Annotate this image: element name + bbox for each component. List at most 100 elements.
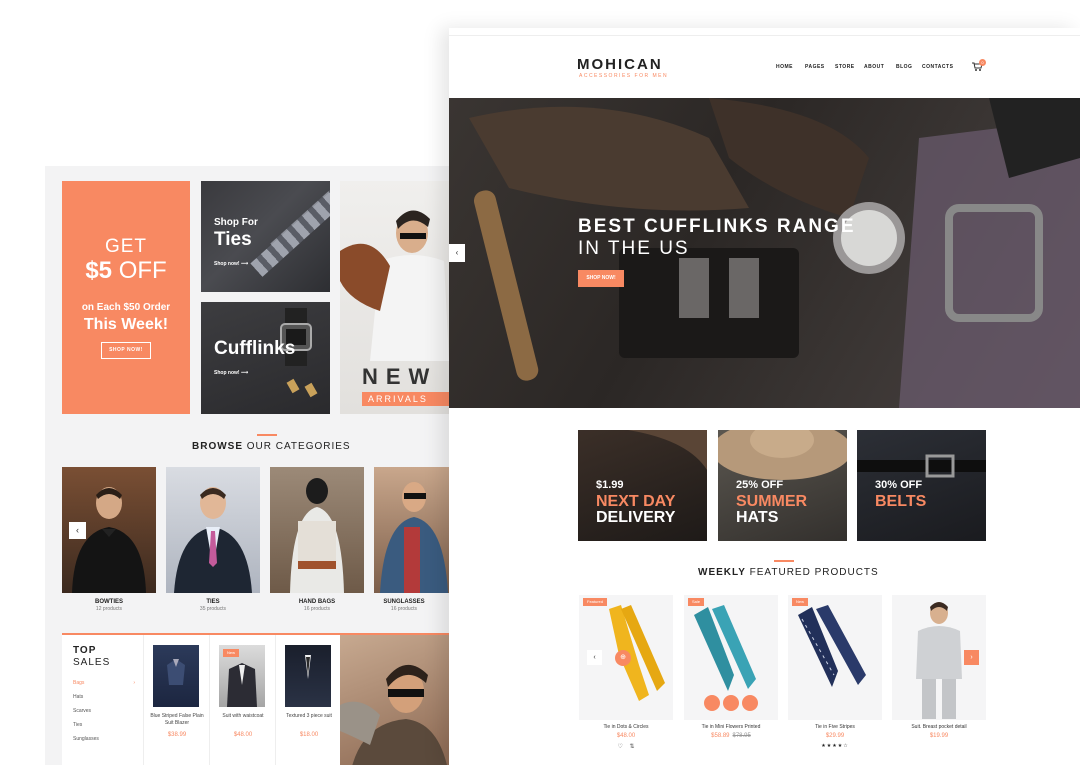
- product-name[interactable]: Blue Striped False Plain Suit Blazer: [146, 713, 208, 727]
- category-name[interactable]: TIES: [166, 599, 260, 605]
- category-count: 16 products: [390, 606, 418, 612]
- new-arrivals-label: ARRIVALS: [362, 392, 449, 406]
- tile-ties-title: Ties: [214, 229, 252, 250]
- nav-store[interactable]: STORE: [835, 64, 855, 70]
- top-sales-menu-item[interactable]: Hats: [73, 694, 139, 700]
- banner-line-2: BELTS: [875, 493, 927, 510]
- category-name[interactable]: BOWTIES: [62, 599, 156, 605]
- top-sales-subtitle: SALES: [73, 657, 111, 668]
- category-photo: [380, 482, 448, 593]
- top-sales-product[interactable]: Blue Striped False Plain Suit Blazer $38…: [144, 635, 210, 765]
- tile-ties-link[interactable]: Shop now! ⟶: [214, 261, 248, 267]
- product-price: $48.00: [616, 733, 636, 739]
- category-photo: [174, 487, 252, 593]
- tile-cufflinks-title: Cufflinks: [214, 338, 296, 359]
- banner-summer-hats[interactable]: 25% OFF SUMMER HATS: [718, 430, 847, 541]
- product-rating: ★★★★☆: [821, 743, 849, 749]
- promo-shop-button[interactable]: SHOP NOW!: [101, 342, 151, 359]
- chevron-right-icon: ›: [970, 654, 973, 661]
- product-image[interactable]: New: [219, 645, 265, 707]
- category-card-ties[interactable]: [166, 467, 260, 593]
- model-photo: [340, 664, 447, 765]
- top-sales-section: TOP SALES Bags › Hats Scarves Ties Sungl…: [62, 633, 449, 765]
- nav-home[interactable]: HOME: [776, 64, 793, 70]
- product-price: $19.99: [929, 733, 949, 739]
- top-sales-menu-item[interactable]: Sunglasses: [73, 736, 139, 742]
- tile-new-arrivals[interactable]: NEW ARRIVALS: [340, 181, 449, 414]
- category-card-handbags[interactable]: [270, 467, 364, 593]
- banner-belts[interactable]: 30% OFF BELTS: [857, 430, 986, 541]
- nav-contacts[interactable]: CONTACTS: [922, 64, 953, 70]
- promo-amount: $5 OFF: [85, 257, 167, 284]
- product-card[interactable]: New: [788, 595, 882, 720]
- product-name[interactable]: Tie in Five Stripes: [788, 724, 882, 730]
- product-price: $58.89: [711, 733, 730, 739]
- categories-prev-button[interactable]: ‹: [69, 522, 86, 539]
- promo-condition: on Each $50 Order: [81, 302, 171, 313]
- category-name[interactable]: HAND BAGS: [270, 599, 364, 605]
- product-card[interactable]: Featured ⊕ ‹: [579, 595, 673, 720]
- blazer-icon: [167, 659, 185, 685]
- product-actions: ♡ ⇅: [579, 743, 673, 750]
- chevron-left-icon: ‹: [593, 654, 596, 661]
- top-sales-title: TOP: [73, 645, 97, 656]
- top-sales-product[interactable]: New Suit with waistcoat $48.00: [210, 635, 276, 765]
- banner-line-3: HATS: [736, 509, 779, 526]
- top-sales-product[interactable]: Textured 3 piece suit $18.00: [276, 635, 342, 765]
- product-card[interactable]: Sale: [684, 595, 778, 720]
- product-badge: Featured: [583, 598, 608, 606]
- product-name[interactable]: Tie in Mini Flowers Printed: [684, 724, 778, 730]
- site-tagline: ACCESSORIES FOR MEN: [579, 73, 669, 79]
- products-next-button[interactable]: ›: [964, 650, 979, 665]
- category-count: 12 products: [95, 606, 123, 612]
- showcase-canvas: GET $5 OFF on Each $50 Order This Week! …: [0, 0, 1080, 765]
- category-name[interactable]: SUNGLASSES: [374, 599, 434, 605]
- promo-banner[interactable]: GET $5 OFF on Each $50 Order This Week! …: [62, 181, 190, 414]
- nav-blog[interactable]: BLOG: [896, 64, 912, 70]
- promo-get: GET: [104, 236, 148, 257]
- top-sales-menu-item[interactable]: Bags ›: [73, 680, 139, 686]
- product-name[interactable]: Suit. Breast pocket detail: [892, 724, 986, 730]
- product-badge: New: [792, 598, 809, 606]
- site-logo[interactable]: MOHICAN: [577, 56, 663, 73]
- hero-subheadline: IN THE US: [578, 238, 690, 259]
- product-name[interactable]: Suit with waistcoat: [212, 713, 274, 720]
- product-badge: New: [223, 649, 240, 657]
- products-prev-button[interactable]: ‹: [587, 650, 602, 665]
- navy-tie-image: [798, 605, 866, 687]
- tile-shop-ties[interactable]: Shop For Ties Shop now! ⟶: [201, 181, 330, 292]
- hero-slider[interactable]: BEST CUFFLINKS RANGE IN THE US SHOP NOW!…: [449, 98, 1080, 408]
- nav-pages[interactable]: PAGES: [805, 64, 825, 70]
- hero-headline: BEST CUFFLINKS RANGE: [578, 216, 856, 237]
- add-to-cart-button[interactable]: ⊕: [615, 650, 631, 666]
- product-image[interactable]: [153, 645, 199, 707]
- category-card-sunglasses[interactable]: [374, 467, 449, 593]
- banner-line-3: DELIVERY: [596, 509, 676, 526]
- tile-ties-kicker: Shop For: [214, 217, 258, 228]
- product-price: $29.99: [825, 733, 845, 739]
- heart-icon[interactable]: ♡: [617, 744, 622, 750]
- tile-shop-cufflinks[interactable]: Cufflinks Shop now! ⟶: [201, 302, 330, 414]
- top-sales-menu-item[interactable]: Ties: [73, 722, 139, 728]
- product-card[interactable]: ›: [892, 595, 986, 720]
- browse-categories-heading: BROWSE OUR CATEGORIES: [192, 441, 351, 452]
- cart-count-badge: 0: [979, 59, 986, 66]
- top-sales-menu-item[interactable]: Scarves: [73, 708, 139, 714]
- top-sales-sidebar: TOP SALES Bags › Hats Scarves Ties Sungl…: [62, 635, 144, 765]
- hero-shop-button[interactable]: SHOP NOW!: [578, 270, 624, 287]
- product-name[interactable]: Tie in Dots & Circles: [579, 724, 673, 730]
- nav-about[interactable]: ABOUT: [864, 64, 884, 70]
- hero-prev-button[interactable]: ‹: [449, 244, 465, 262]
- product-image[interactable]: [285, 645, 331, 707]
- chevron-left-icon: ‹: [455, 248, 459, 257]
- product-badge: Sale: [688, 598, 705, 606]
- product-name[interactable]: Textured 3 piece suit: [278, 713, 340, 720]
- tile-cufflinks-link[interactable]: Shop now! ⟶: [214, 370, 248, 376]
- compare-icon[interactable]: ⇅: [630, 744, 635, 750]
- section-accent: [257, 434, 277, 436]
- countdown-hours: [723, 695, 739, 711]
- banner-next-day-delivery[interactable]: $1.99 NEXT DAY DELIVERY: [578, 430, 707, 541]
- top-sales-model-photo: [340, 635, 449, 765]
- hero-background-photo: [469, 98, 1080, 408]
- category-photo: [290, 478, 344, 593]
